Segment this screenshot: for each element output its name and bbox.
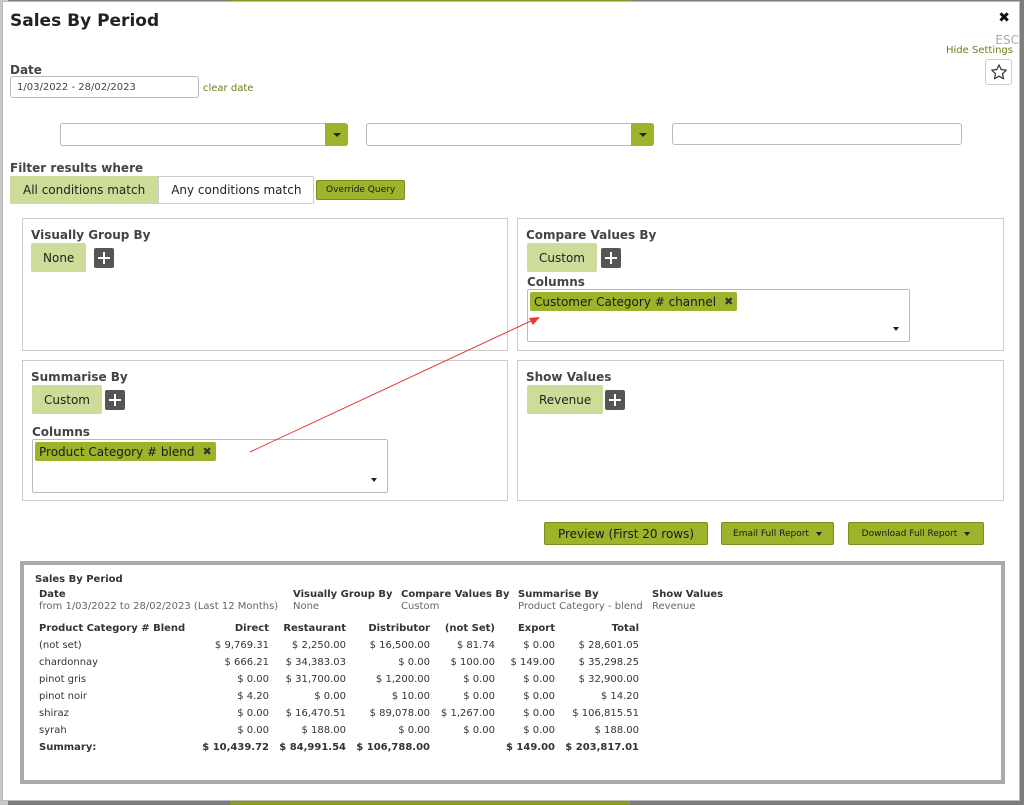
table-cell: $ 31,700.00 (285, 674, 346, 685)
table-cell: $ 4.20 (237, 691, 269, 702)
report-table: Product Category # Blend Direct Restaura… (39, 620, 639, 756)
table-cell: $ 0.00 (398, 725, 430, 736)
report-title: Sales By Period (35, 574, 123, 585)
table-cell: $ 0.00 (523, 640, 555, 651)
table-row: shiraz $ 0.00 $ 16,470.51 $ 89,078.00 $ … (39, 705, 639, 722)
table-cell: $ 188.00 (301, 725, 346, 736)
table-cell: Summary: (39, 742, 97, 753)
table-cell: pinot gris (39, 674, 87, 685)
column-header: Distributor (368, 623, 430, 634)
column-header: Export (517, 623, 555, 634)
table-cell: $ 188.00 (594, 725, 639, 736)
table-cell: $ 84,991.54 (279, 742, 346, 753)
report-compare-value: Custom (401, 601, 440, 612)
table-cell: $ 149.00 (505, 742, 555, 753)
caret-down-icon (815, 531, 822, 536)
report-summarise-value: Product Category - blend (518, 601, 643, 612)
table-cell: $ 0.00 (463, 691, 495, 702)
caret-down-icon (964, 531, 971, 536)
table-row: syrah $ 0.00 $ 188.00 $ 0.00 $ 0.00 $ 0.… (39, 722, 639, 739)
table-cell: $ 35,298.25 (578, 657, 639, 668)
table-cell: $ 100.00 (450, 657, 495, 668)
report-date-value: from 1/03/2022 to 28/02/2023 (Last 12 Mo… (39, 601, 279, 612)
report-group-label: Visually Group By (293, 589, 393, 600)
table-cell: $ 81.74 (456, 640, 495, 651)
table-cell: $ 14.20 (600, 691, 639, 702)
table-cell: $ 0.00 (237, 725, 269, 736)
table-cell: $ 2,250.00 (291, 640, 346, 651)
table-cell: $ 28,601.05 (578, 640, 639, 651)
email-report-label: Email Full Report (733, 528, 809, 539)
table-cell (430, 739, 495, 756)
report-compare-label: Compare Values By (401, 589, 510, 600)
table-cell: $ 16,500.00 (369, 640, 430, 651)
table-cell: $ 89,078.00 (369, 708, 430, 719)
table-cell: $ 0.00 (463, 674, 495, 685)
table-cell: $ 0.00 (523, 708, 555, 719)
download-report-label: Download Full Report (861, 528, 958, 539)
table-cell: shiraz (39, 708, 69, 719)
table-cell: $ 16,470.51 (285, 708, 346, 719)
table-cell: $ 9,769.31 (214, 640, 269, 651)
table-cell: $ 149.00 (510, 657, 555, 668)
column-header: Restaurant (283, 623, 346, 634)
table-row: chardonnay $ 666.21 $ 34,383.03 $ 0.00 $… (39, 654, 639, 671)
table-cell: $ 203,817.01 (565, 742, 639, 753)
table-cell: $ 0.00 (237, 708, 269, 719)
report-show-label: Show Values (652, 589, 724, 600)
email-report-button[interactable]: Email Full Report (721, 522, 834, 545)
table-cell: $ 106,788.00 (356, 742, 430, 753)
preview-button[interactable]: Preview (First 20 rows) (544, 522, 708, 545)
report-preview: Sales By Period Date from 1/03/2022 to 2… (20, 561, 1005, 784)
table-cell: $ 0.00 (237, 674, 269, 685)
table-cell: $ 0.00 (463, 725, 495, 736)
report-show-value: Revenue (652, 601, 696, 612)
table-cell: $ 666.21 (224, 657, 269, 668)
column-header: Product Category # Blend (39, 623, 186, 634)
table-cell: $ 10,439.72 (202, 742, 269, 753)
table-cell: chardonnay (39, 657, 99, 668)
column-header: (not Set) (444, 623, 495, 634)
table-cell: $ 0.00 (523, 674, 555, 685)
table-cell: $ 32,900.00 (578, 674, 639, 685)
sales-by-period-dialog: Sales By Period ✖ ESC Hide Settings Date… (2, 1, 1020, 801)
column-header: Direct (234, 623, 269, 634)
table-cell: pinot noir (39, 691, 88, 702)
report-date-label: Date (39, 589, 66, 600)
table-header-row: Product Category # Blend Direct Restaura… (39, 620, 639, 637)
table-cell: syrah (39, 725, 67, 736)
table-cell: $ 0.00 (398, 657, 430, 668)
table-cell: $ 0.00 (314, 691, 346, 702)
table-row: pinot gris $ 0.00 $ 31,700.00 $ 1,200.00… (39, 671, 639, 688)
table-row: pinot noir $ 4.20 $ 0.00 $ 10.00 $ 0.00 … (39, 688, 639, 705)
table-cell: (not set) (39, 640, 82, 651)
table-cell: $ 1,267.00 (440, 708, 495, 719)
table-row: (not set) $ 9,769.31 $ 2,250.00 $ 16,500… (39, 637, 639, 654)
table-cell: $ 1,200.00 (375, 674, 430, 685)
column-header: Total (611, 623, 639, 634)
report-group-value: None (293, 601, 320, 612)
table-cell: $ 0.00 (523, 725, 555, 736)
table-cell: $ 106,815.51 (572, 708, 639, 719)
report-summarise-label: Summarise By (518, 589, 599, 600)
table-cell: $ 34,383.03 (285, 657, 346, 668)
table-cell: $ 10.00 (391, 691, 430, 702)
summary-row: Summary: $ 10,439.72 $ 84,991.54 $ 106,7… (39, 739, 639, 756)
table-cell: $ 0.00 (523, 691, 555, 702)
download-report-button[interactable]: Download Full Report (848, 522, 984, 545)
